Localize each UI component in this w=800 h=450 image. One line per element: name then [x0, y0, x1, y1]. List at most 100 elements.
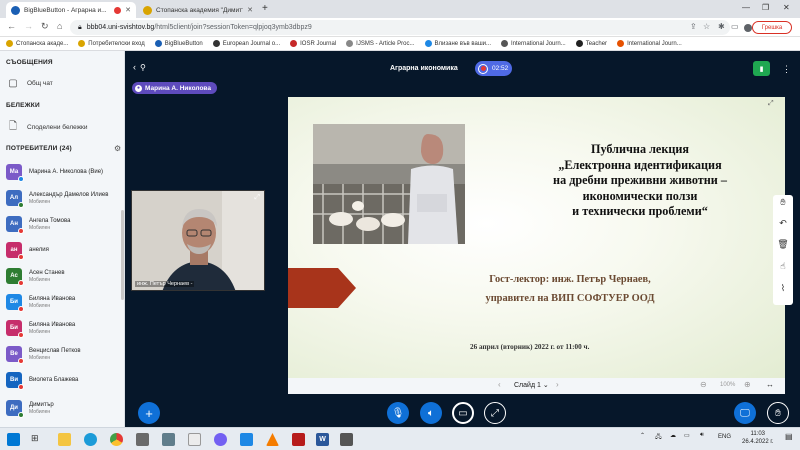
tray-overflow-icon[interactable]: ⌃: [640, 432, 645, 439]
user-list-item[interactable]: Ви Виолета Блажева: [6, 368, 121, 392]
bookmark-item[interactable]: International Journ...: [617, 40, 682, 47]
back-icon[interactable]: ←: [7, 21, 16, 31]
recording-indicator-icon: [114, 6, 122, 14]
bookmark-item[interactable]: IOSR Journal: [290, 40, 336, 47]
user-list-toggle-icon[interactable]: ⚲: [140, 63, 146, 72]
bookmarks-bar: Стопанска акаде... Потребителски вход Bi…: [0, 37, 800, 51]
collapse-sidebar-icon[interactable]: ‹: [133, 62, 136, 72]
previous-slide-icon[interactable]: ‹: [498, 380, 501, 389]
users-settings-gear-icon[interactable]: ⚙: [114, 144, 121, 153]
battery-icon[interactable]: ▭: [684, 432, 690, 439]
language-indicator[interactable]: ENG: [718, 434, 731, 440]
vlc-icon[interactable]: [266, 433, 279, 446]
user-list-item[interactable]: Ди Димитър Мобилен: [6, 396, 121, 420]
taskbar-clock[interactable]: 11:03 26.4.2022 г.: [742, 430, 773, 446]
screen-share-button[interactable]: ⤢: [484, 402, 506, 424]
user-list-item[interactable]: Би Биляна Иванова Мобилен: [6, 316, 121, 340]
user-list-item[interactable]: Ве Венцислав Петков Мобилен: [6, 342, 121, 366]
close-window-icon[interactable]: ✕: [783, 3, 790, 12]
word-icon[interactable]: W: [316, 433, 329, 446]
tab-stopanska-akademia[interactable]: Стопанска академия "Димитър... ✕: [138, 2, 258, 18]
presentation-toggle-button[interactable]: 🖵︎: [734, 402, 756, 424]
webcam-video[interactable]: инж. Петър Чернаев - ⤢: [131, 190, 265, 291]
bookmark-star-icon[interactable]: ☆: [703, 22, 710, 31]
avatar: Би: [6, 294, 24, 312]
bookmark-item[interactable]: Потребителски вход: [78, 40, 145, 47]
address-bar[interactable]: 🔒︎ bbb04.uni-svishtov.bg/html5client/joi…: [70, 20, 730, 35]
trash-icon[interactable]: 🗑︎: [773, 239, 793, 250]
app-icon[interactable]: [188, 433, 201, 446]
user-list-item[interactable]: Би Биляна Иванова Мобилен: [6, 290, 121, 314]
home-icon[interactable]: ⌂: [57, 21, 62, 31]
maximize-icon[interactable]: ❐: [762, 3, 769, 12]
camera-app-icon[interactable]: [162, 433, 175, 446]
bookmark-item[interactable]: Teacher: [575, 40, 607, 47]
error-button[interactable]: Грешка: [752, 21, 792, 34]
bookmark-item[interactable]: Стопанска акаде...: [6, 40, 68, 47]
file-explorer-icon[interactable]: [58, 433, 71, 446]
record-icon: [478, 63, 488, 74]
meeting-title: Аграрна икономика: [390, 65, 458, 72]
bookmark-item[interactable]: International Journ...: [501, 40, 566, 47]
close-tab-icon[interactable]: ✕: [125, 6, 131, 14]
bookmark-item[interactable]: Влизане във ваши...: [424, 40, 491, 47]
zoom-in-icon[interactable]: ⊕: [744, 380, 751, 389]
raise-hand-button[interactable]: ✋︎: [767, 402, 789, 424]
shared-notes-item[interactable]: 🗋︎ Споделени бележки: [8, 121, 88, 132]
tab-bigbluebutton[interactable]: BigBlueButton - Аграрна и... ✕: [6, 2, 136, 18]
reading-list-icon[interactable]: ▭: [731, 22, 739, 31]
sidebar-scrollbar[interactable]: [121, 210, 124, 300]
start-menu-icon[interactable]: [7, 433, 20, 446]
options-menu-icon[interactable]: ⋮: [782, 64, 791, 75]
slide-date: 26 април (вторник) 2022 г. от 11:00 ч.: [470, 343, 590, 351]
hand-tool-icon[interactable]: ✋︎: [773, 197, 793, 208]
bookmark-item[interactable]: BigBlueButton: [154, 40, 203, 47]
app-icon[interactable]: [292, 433, 305, 446]
fullscreen-icon[interactable]: ⤢: [768, 100, 774, 108]
app-icon[interactable]: [340, 433, 353, 446]
extensions-icon[interactable]: ✱: [718, 22, 725, 31]
cloud-icon[interactable]: ☁︎: [670, 432, 676, 439]
slide-title: Публична лекция „Електронна идентификаци…: [553, 142, 727, 218]
minimize-icon[interactable]: —: [742, 3, 750, 12]
actions-plus-button[interactable]: +: [138, 402, 160, 424]
network-icon[interactable]: 🖧︎: [655, 432, 662, 442]
close-tab-icon[interactable]: ✕: [247, 6, 253, 14]
app-icon[interactable]: [240, 433, 253, 446]
slide-arrow-shape: [288, 268, 356, 308]
app-icon[interactable]: [136, 433, 149, 446]
chart-icon[interactable]: ⌇: [773, 283, 793, 294]
bookmark-item[interactable]: IJSMS - Article Proc...: [346, 40, 415, 47]
slide-selector[interactable]: Слайд 1 ⌄: [514, 381, 549, 389]
profile-avatar[interactable]: [744, 24, 752, 32]
new-tab-button[interactable]: +: [262, 3, 268, 14]
share-icon[interactable]: ⇪: [690, 22, 697, 31]
audio-button[interactable]: 🔈︎: [420, 402, 442, 424]
user-list-item[interactable]: ан анелия: [6, 238, 121, 262]
edge-icon[interactable]: [84, 433, 97, 446]
reload-icon[interactable]: ↻: [41, 21, 49, 32]
next-slide-icon[interactable]: ›: [556, 380, 559, 389]
user-list-item[interactable]: Ал Александър Дамелов Илиев Мобилен: [6, 186, 121, 210]
bookmark-item[interactable]: European Journal o...: [212, 40, 280, 47]
microphone-button[interactable]: 🎙︎: [387, 402, 409, 424]
fullscreen-icon[interactable]: ⤢: [254, 194, 260, 202]
user-list-item[interactable]: Ас Асен Станев Мобилен: [6, 264, 121, 288]
zoom-out-icon[interactable]: ⊖: [700, 380, 707, 389]
forward-icon[interactable]: →: [24, 21, 33, 31]
chrome-icon[interactable]: [110, 433, 123, 446]
task-view-icon[interactable]: ⊞: [31, 433, 44, 446]
windows-taskbar: ⊞ W ⌃ 🖧︎ ☁︎ ▭ 🔊︎ ENG ▤: [0, 427, 800, 450]
user-list-item[interactable]: Ма Марина А. Николова (Вие): [6, 160, 121, 184]
recording-timer[interactable]: 02:52: [475, 61, 512, 76]
public-chat-item[interactable]: ▢ Общ чат: [8, 78, 53, 89]
fit-to-width-icon[interactable]: ↔: [766, 380, 774, 389]
volume-icon[interactable]: 🔊︎: [700, 432, 704, 439]
camera-button[interactable]: ▭: [452, 402, 474, 424]
viber-icon[interactable]: [214, 433, 227, 446]
notifications-icon[interactable]: ▤: [785, 432, 793, 441]
user-list-item[interactable]: Ан Ангела Томова Мобилен: [6, 212, 121, 236]
multi-user-whiteboard-icon[interactable]: ☝︎: [773, 261, 793, 272]
undo-icon[interactable]: ↶: [773, 218, 793, 229]
connection-status-icon[interactable]: ▮: [753, 61, 770, 76]
